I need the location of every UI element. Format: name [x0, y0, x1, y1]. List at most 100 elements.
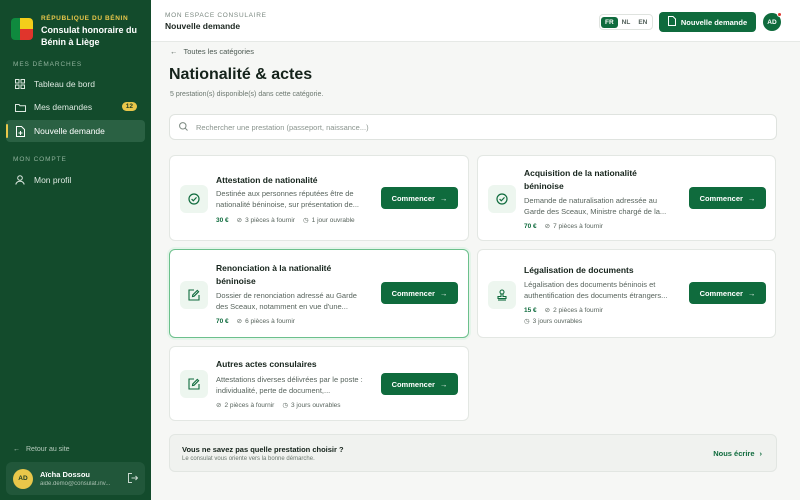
arrow-right-icon: → — [439, 379, 448, 389]
card-pieces: 6 pièces à fournir — [245, 317, 295, 325]
start-button[interactable]: Commencer → — [689, 187, 766, 209]
clock-icon: ◷ — [524, 318, 530, 325]
user-avatar-button[interactable]: AD — [763, 12, 782, 31]
service-card-autres-actes[interactable]: Autres actes consulaires Attestations di… — [169, 346, 469, 421]
sidebar-item-profile[interactable]: Mon profil — [6, 169, 145, 191]
lang-fr[interactable]: FR — [601, 16, 618, 28]
back-to-categories-link[interactable]: ← Toutes les catégories — [170, 47, 254, 56]
service-card-legalisation[interactable]: Légalisation de documents Légalisation d… — [477, 249, 776, 338]
help-subtitle: Le consulat vous oriente vers la bonne d… — [182, 456, 315, 462]
edit-document-icon — [180, 370, 208, 398]
stamp-icon — [488, 281, 516, 309]
new-request-label: Nouvelle demande — [680, 17, 748, 27]
benin-flag-icon — [11, 18, 33, 40]
requests-count-badge: 12 — [121, 102, 137, 111]
card-price: 30 € — [216, 216, 229, 224]
card-meta: ⊘ 2 pièces à fournir ◷ 3 jours ouvrables — [216, 401, 341, 410]
arrow-right-icon: → — [747, 288, 756, 298]
user-email: aide.demo@consulat.inv... — [40, 481, 111, 487]
back-to-site-label: Retour au site — [26, 446, 70, 453]
back-to-site-link[interactable]: ← Retour au site — [13, 446, 70, 453]
start-button-label: Commencer — [391, 288, 435, 298]
service-card-renonciation[interactable]: Renonciation à la nationalité béninoise … — [169, 249, 469, 338]
search-bar — [169, 114, 777, 140]
card-meta: 70 € ⊘ 6 pièces à fournir — [216, 317, 295, 326]
card-price: 15 € — [524, 306, 537, 314]
lang-en[interactable]: EN — [634, 17, 651, 28]
start-button[interactable]: Commencer → — [381, 282, 458, 304]
section-title-compte: MON COMPTE — [13, 156, 67, 163]
card-meta-delay: ◷ 3 jours ouvrables — [524, 317, 583, 326]
card-title: Renonciation à la nationalité béninoise — [216, 263, 332, 286]
card-delay: 3 jours ouvrables — [532, 317, 583, 325]
card-pieces: 7 pièces à fournir — [553, 222, 603, 230]
paperclip-icon: ⊘ — [544, 307, 551, 314]
page-subtitle: 5 prestation(s) disponible(s) dans cette… — [170, 91, 324, 98]
card-pieces: 2 pièces à fournir — [553, 306, 603, 314]
card-price: 70 € — [216, 317, 229, 325]
card-meta: 30 € ⊘ 3 pièces à fournir ◷ 1 jour ouvrabl… — [216, 216, 355, 225]
sidebar-item-label: Mon profil — [34, 175, 72, 185]
start-button-label: Commencer — [391, 379, 435, 389]
check-circle-icon — [180, 185, 208, 213]
document-plus-icon — [667, 16, 676, 28]
start-button[interactable]: Commencer → — [381, 373, 458, 395]
card-description: Demande de naturalisation adressée au Ga… — [524, 196, 667, 216]
new-request-button[interactable]: Nouvelle demande — [659, 12, 756, 32]
grid-icon — [14, 78, 26, 90]
card-meta: 70 € ⊘ 7 pièces à fournir — [524, 222, 603, 231]
service-card-attestation[interactable]: Attestation de nationalité Destinée aux … — [169, 155, 469, 241]
sidebar-item-requests[interactable]: Mes demandes 12 — [6, 96, 145, 118]
section-title-demarches: MES DÉMARCHES — [13, 61, 83, 68]
card-delay: 3 jours ouvrables — [291, 401, 341, 409]
brand[interactable]: RÉPUBLIQUE DU BÉNIN Consulat honoraire d… — [0, 0, 151, 48]
start-button-label: Commencer — [391, 193, 435, 203]
clock-icon: ◷ — [282, 402, 288, 409]
sidebar-item-label: Nouvelle demande — [34, 126, 105, 136]
chevron-right-icon: › — [759, 449, 763, 458]
arrow-right-icon: → — [747, 193, 756, 203]
avatar-initials: AD — [767, 18, 777, 26]
start-button[interactable]: Commencer → — [689, 282, 766, 304]
paperclip-icon: ⊘ — [236, 318, 243, 325]
avatar: AD — [13, 468, 33, 489]
contact-us-link[interactable]: Nous écrire › — [713, 449, 762, 458]
card-description: Légalisation des documents béninois et a… — [524, 280, 668, 300]
card-meta: 15 € ⊘ 2 pièces à fournir — [524, 306, 603, 315]
logout-icon[interactable] — [128, 470, 139, 488]
help-question: Vous ne savez pas quelle prestation choi… — [182, 445, 344, 454]
arrow-right-icon: → — [439, 193, 448, 203]
user-card[interactable]: AD Aïcha Dossou aide.demo@consulat.inv..… — [6, 462, 145, 495]
card-title: Autres actes consulaires — [216, 359, 317, 369]
card-title: Acquisition de la nationalité béninoise — [524, 168, 637, 191]
start-button[interactable]: Commencer → — [381, 187, 458, 209]
search-icon — [179, 118, 188, 136]
card-delay: 1 jour ouvrable — [311, 216, 355, 224]
user-name: Aïcha Dossou — [40, 470, 91, 479]
card-title: Légalisation de documents — [524, 265, 634, 275]
folder-icon — [14, 101, 26, 113]
brand-country: RÉPUBLIQUE DU BÉNIN — [41, 15, 129, 22]
sidebar: RÉPUBLIQUE DU BÉNIN Consulat honoraire d… — [0, 0, 151, 500]
main-content: ← Toutes les catégories Nationalité & ac… — [151, 42, 800, 500]
start-button-label: Commencer — [699, 288, 743, 298]
user-icon — [14, 174, 26, 186]
sidebar-item-new-request[interactable]: Nouvelle demande — [6, 120, 145, 142]
paperclip-icon: ⊘ — [544, 223, 551, 230]
paperclip-icon: ⊘ — [236, 217, 243, 224]
sidebar-item-label: Mes demandes — [34, 102, 93, 112]
help-banner: Vous ne savez pas quelle prestation choi… — [169, 434, 777, 472]
topbar: MON ESPACE CONSULAIRE Nouvelle demande F… — [151, 0, 800, 42]
card-pieces: 3 pièces à fournir — [245, 216, 295, 224]
search-input[interactable] — [196, 122, 756, 132]
brand-name: Consulat honoraire du Bénin à Liège — [41, 25, 138, 47]
lang-nl[interactable]: NL — [618, 17, 635, 28]
sidebar-item-dashboard[interactable]: Tableau de bord — [6, 73, 145, 95]
arrow-left-icon: ← — [170, 47, 178, 56]
document-plus-icon — [14, 125, 26, 137]
card-description: Dossier de renonciation adressé au Garde… — [216, 291, 357, 311]
card-description: Attestations diverses délivrées par le p… — [216, 375, 363, 395]
service-card-acquisition[interactable]: Acquisition de la nationalité béninoise … — [477, 155, 776, 241]
edit-document-icon — [180, 281, 208, 309]
card-title: Attestation de nationalité — [216, 175, 318, 185]
